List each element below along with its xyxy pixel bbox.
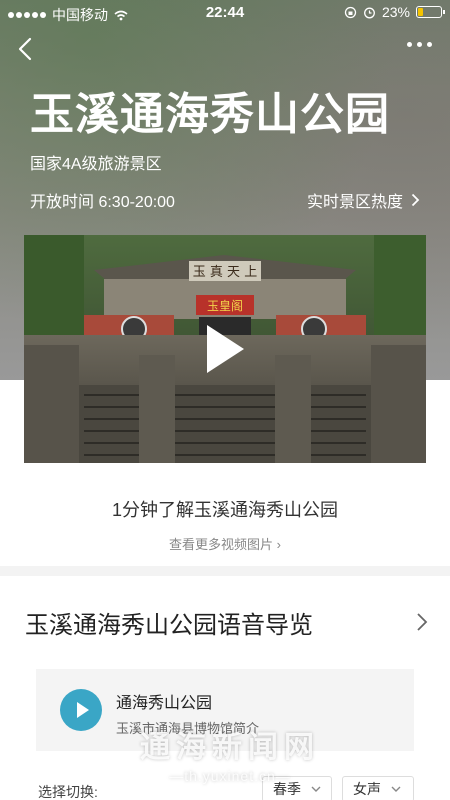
- battery-icon: [416, 6, 445, 18]
- status-right: 23%: [344, 4, 445, 20]
- orientation-lock-icon: [344, 6, 357, 18]
- site-watermark: 通海新闻网 —th.yuxinet.cn—: [140, 722, 320, 784]
- audio-name: 通海秀山公园: [116, 695, 213, 712]
- voice-value: 女声: [353, 781, 381, 797]
- page-title: 玉溪通海秀山公园: [30, 90, 390, 139]
- audio-play-icon[interactable]: [60, 689, 102, 731]
- more-media-label: 查看更多视频图片: [169, 537, 274, 552]
- chevron-right-icon[interactable]: [416, 612, 428, 632]
- more-options-icon[interactable]: [407, 42, 432, 47]
- scenic-level: 国家4A级旅游景区: [30, 156, 162, 173]
- chevron-right-icon: [411, 193, 420, 207]
- heat-link-label: 实时景区热度: [306, 194, 403, 211]
- chevron-right-icon: ›: [276, 537, 281, 552]
- back-arrow-icon[interactable]: [14, 36, 38, 62]
- chevron-down-icon: [391, 786, 401, 792]
- video-thumbnail[interactable]: 玉 真 天 上 玉皇阁: [24, 235, 426, 463]
- battery-fill: [418, 8, 423, 16]
- opening-hours: 开放时间 6:30-20:00: [30, 194, 175, 211]
- gate-top-plaque: 玉 真 天 上: [193, 265, 257, 280]
- more-media-link[interactable]: 查看更多视频图片 ›: [0, 534, 450, 553]
- realtime-heat-link[interactable]: 实时景区热度: [307, 188, 420, 212]
- play-icon[interactable]: [203, 322, 247, 376]
- switch-label: 选择切换:: [38, 784, 98, 800]
- section-divider: [0, 566, 450, 576]
- battery-percent: 23%: [381, 4, 410, 20]
- gate-center-plaque: 玉皇阁: [207, 299, 243, 313]
- video-caption: 1分钟了解玉溪通海秀山公园: [111, 500, 338, 520]
- audio-guide-title[interactable]: 玉溪通海秀山公园语音导览: [25, 605, 313, 640]
- watermark-name: 通海新闻网: [140, 731, 320, 764]
- alarm-icon: [364, 7, 375, 18]
- watermark-url: —th.yuxinet.cn—: [169, 768, 291, 784]
- voice-select[interactable]: 女声: [342, 776, 414, 800]
- status-bar: 中国移动 22:44 23%: [0, 0, 450, 26]
- chevron-down-icon: [311, 786, 321, 792]
